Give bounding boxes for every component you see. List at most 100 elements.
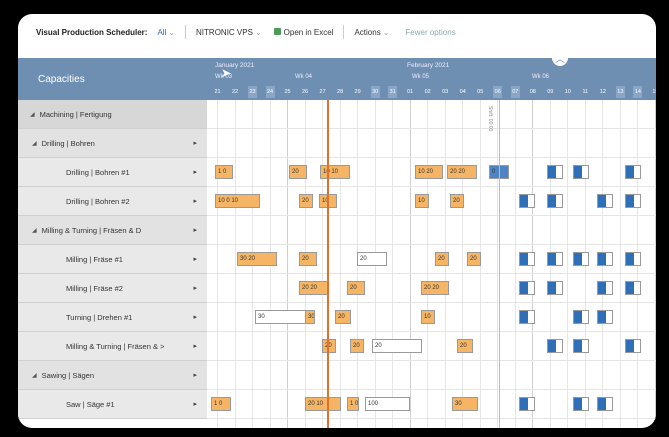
- operation-bar[interactable]: [625, 281, 641, 295]
- operation-bar[interactable]: [519, 397, 535, 411]
- operation-bar[interactable]: [597, 194, 613, 208]
- operation-bar[interactable]: 10: [421, 310, 435, 324]
- operation-bar[interactable]: [547, 194, 563, 208]
- operation-bar[interactable]: 1 0: [347, 397, 359, 411]
- expand-arrow-icon[interactable]: ▸: [193, 371, 197, 379]
- operation-bar[interactable]: 20: [457, 339, 473, 353]
- bar-label: 20: [350, 285, 357, 291]
- operation-bar[interactable]: 20 20: [299, 281, 329, 295]
- bar-label: 10 20: [418, 169, 434, 175]
- operation-bar[interactable]: 20: [347, 281, 365, 295]
- operation-bar[interactable]: 1 0: [215, 165, 233, 179]
- expand-arrow-icon[interactable]: ▸: [193, 284, 197, 292]
- actions-dropdown[interactable]: Actions ⌄: [354, 28, 389, 37]
- week-label: Wk 06: [532, 74, 550, 80]
- operation-bar[interactable]: 20: [435, 252, 449, 266]
- operation-bar[interactable]: 10 10: [320, 165, 350, 179]
- collapse-icon[interactable]: ◢: [32, 140, 37, 147]
- operation-bar[interactable]: [597, 252, 613, 266]
- row-divider: [207, 331, 656, 332]
- capacity-row[interactable]: Drilling | Bohren #1 ▸: [18, 158, 207, 187]
- operation-bar[interactable]: 20 20: [447, 165, 477, 179]
- gantt-grid[interactable]: 1 0 20 10 10 10 20 20 20 0 10 0 10 20 10 10 20 30 2…: [207, 100, 656, 428]
- open-excel-button[interactable]: Open in Excel: [273, 27, 333, 37]
- operation-bar[interactable]: 20: [299, 194, 313, 208]
- operation-bar[interactable]: [547, 281, 563, 295]
- expand-arrow-icon[interactable]: ▸: [193, 400, 197, 408]
- row-divider: [207, 128, 656, 129]
- operation-bar[interactable]: 20 20: [421, 281, 449, 295]
- operation-bar[interactable]: [573, 165, 589, 179]
- fewer-options-button[interactable]: Fewer options: [405, 28, 455, 37]
- operation-bar[interactable]: [625, 339, 641, 353]
- operation-bar[interactable]: 20: [350, 339, 364, 353]
- operation-bar[interactable]: 10 0 10: [215, 194, 260, 208]
- operation-bar[interactable]: [573, 397, 589, 411]
- operation-bar[interactable]: [519, 252, 535, 266]
- operation-bar[interactable]: 30: [255, 310, 307, 324]
- operation-bar[interactable]: 20 10: [305, 397, 341, 411]
- capacity-row[interactable]: Milling | Fräse #2 ▸: [18, 274, 207, 303]
- operation-bar[interactable]: [519, 194, 535, 208]
- capacity-row[interactable]: ◢ Machining | Fertigung: [18, 100, 207, 129]
- operation-bar[interactable]: [597, 310, 613, 324]
- operation-bar[interactable]: 30: [452, 397, 478, 411]
- operation-bar[interactable]: [573, 252, 589, 266]
- collapse-icon[interactable]: ◢: [30, 111, 35, 118]
- operation-bar[interactable]: [547, 339, 563, 353]
- expand-arrow-icon[interactable]: ▸: [193, 226, 197, 234]
- operation-bar[interactable]: 20: [335, 310, 351, 324]
- collapse-icon[interactable]: ◢: [32, 227, 37, 234]
- operation-bar[interactable]: 30 20: [237, 252, 277, 266]
- capacity-row[interactable]: Turning | Drehen #1 ▸: [18, 303, 207, 332]
- operation-bar[interactable]: [547, 165, 563, 179]
- operation-bar[interactable]: 100: [365, 397, 410, 411]
- operation-bar[interactable]: [625, 252, 641, 266]
- expand-arrow-icon[interactable]: ▸: [193, 139, 197, 147]
- nitronic-dropdown[interactable]: NITRONIC VPS ⌄: [196, 28, 262, 37]
- expand-arrow-icon[interactable]: ▸: [193, 313, 197, 321]
- collapse-icon[interactable]: ◢: [32, 372, 37, 379]
- operation-bar[interactable]: 20: [372, 339, 422, 353]
- operation-bar[interactable]: [597, 397, 613, 411]
- toolbar: Visual Production Scheduler: All ⌄ NITRON…: [18, 14, 656, 50]
- day-label: 04: [459, 89, 466, 95]
- operation-bar[interactable]: 20: [467, 252, 481, 266]
- capacity-row[interactable]: ◢ Milling & Turning | Fräsen & D ▸: [18, 216, 207, 245]
- expand-arrow-icon[interactable]: ▸: [193, 197, 197, 205]
- operation-bar[interactable]: 20: [357, 252, 387, 266]
- operation-bar[interactable]: [573, 339, 589, 353]
- operation-bar[interactable]: 20: [450, 194, 464, 208]
- day-label: 07: [510, 86, 520, 98]
- capacity-row[interactable]: Saw | Säge #1 ▸: [18, 390, 207, 419]
- bar-fill: [520, 398, 529, 410]
- bar-fill: [626, 282, 635, 294]
- bar-fill: [626, 253, 635, 265]
- operation-bar[interactable]: 10 20: [415, 165, 443, 179]
- operation-bar[interactable]: 20: [299, 252, 317, 266]
- operation-bar[interactable]: [573, 310, 589, 324]
- capacity-row[interactable]: Drilling | Bohren #2 ▸: [18, 187, 207, 216]
- operation-bar[interactable]: [625, 165, 641, 179]
- operation-bar[interactable]: 1 0: [211, 397, 231, 411]
- capacity-row[interactable]: Milling | Fräse #1 ▸: [18, 245, 207, 274]
- operation-bar[interactable]: 20: [322, 339, 336, 353]
- capacity-row[interactable]: Milling & Turning | Fräsen & > ▸: [18, 332, 207, 361]
- expand-arrow-icon[interactable]: ▸: [193, 255, 197, 263]
- expand-arrow-icon[interactable]: ▸: [193, 168, 197, 176]
- expand-arrow-icon[interactable]: ▸: [193, 342, 197, 350]
- capacity-row[interactable]: ◢ Drilling | Bohren ▸: [18, 129, 207, 158]
- operation-bar[interactable]: 30: [305, 310, 315, 324]
- operation-bar[interactable]: [547, 252, 563, 266]
- operation-bar[interactable]: [519, 310, 535, 324]
- week-label: Wk 05: [412, 74, 430, 80]
- bar-fill: [574, 253, 583, 265]
- operation-bar[interactable]: [625, 194, 641, 208]
- filter-dropdown[interactable]: All ⌄: [157, 28, 175, 37]
- bar-label: 1 0: [350, 401, 359, 407]
- operation-bar[interactable]: 10: [415, 194, 429, 208]
- capacity-row[interactable]: ◢ Sawing | Sägen ▸: [18, 361, 207, 390]
- operation-bar[interactable]: [597, 281, 613, 295]
- operation-bar[interactable]: 20: [289, 165, 307, 179]
- operation-bar[interactable]: [519, 281, 535, 295]
